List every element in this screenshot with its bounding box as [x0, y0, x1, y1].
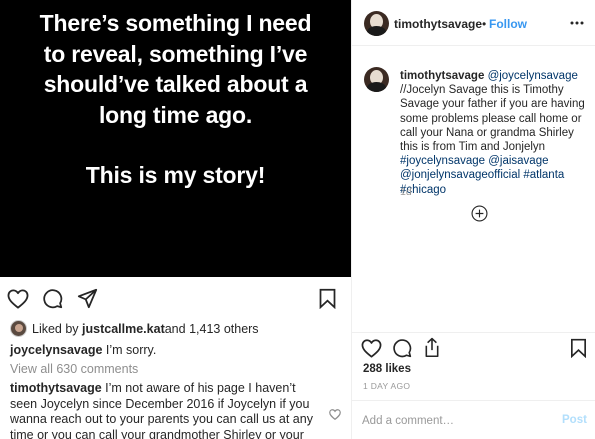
liked-by-user-link[interactable]: justcallme.kat: [82, 322, 165, 336]
liked-by-row: Liked by justcallme.kat and 1,413 others: [10, 320, 259, 337]
story-text-line: to reveal, something I’ve: [43, 40, 308, 67]
post-button[interactable]: Post: [562, 414, 587, 426]
story-text-line: long time ago.: [98, 101, 253, 128]
hashtag-link[interactable]: #joycelynsavage: [400, 155, 485, 167]
comment-like-heart-icon[interactable]: [329, 409, 341, 420]
caption-text: I’m sorry.: [102, 343, 157, 357]
heart-icon[interactable]: [7, 289, 29, 309]
liked-by-suffix[interactable]: and 1,413 others: [165, 322, 259, 336]
bookmark-icon[interactable]: [318, 288, 337, 309]
story-text-line: This is my story!: [85, 162, 266, 188]
header-username-link[interactable]: timothytsavage: [394, 17, 482, 31]
comment-input[interactable]: [362, 412, 552, 430]
mention-link[interactable]: @jonjelynsavageofficial: [400, 169, 520, 181]
story-text-line: should’ve talked about a: [43, 71, 308, 97]
separator-dot: •: [482, 17, 487, 31]
heart-icon[interactable]: [361, 339, 382, 358]
post-header: timothytsavage • Follow: [352, 0, 595, 46]
more-icon[interactable]: [570, 21, 584, 25]
comment-item: timothytsavage I’m not aware of his page…: [10, 381, 325, 439]
view-all-comments-link[interactable]: View all 630 comments: [10, 362, 138, 376]
post-time: 1d: [400, 186, 412, 198]
hashtag-link[interactable]: #atlanta: [523, 169, 564, 181]
caption-row: joycelynsavage I’m sorry.: [10, 343, 156, 357]
avatar[interactable]: [364, 67, 389, 92]
mention-link[interactable]: @jaisavage: [488, 155, 548, 167]
story-image: There’s something I need to reveal, some…: [0, 0, 351, 277]
post-date[interactable]: 1 DAY AGO: [363, 381, 410, 391]
plus-circle-icon[interactable]: [471, 205, 488, 222]
liked-by-prefix: Liked by: [32, 321, 79, 336]
comment-username-link[interactable]: timothytsavage: [10, 381, 102, 395]
post-caption: timothytsavage @joycelynsavage //Jocelyn…: [400, 69, 592, 197]
caption-text: //Jocelyn Savage this is Timothy Savage …: [400, 84, 585, 154]
mention-link[interactable]: @joycelynsavage: [488, 70, 578, 82]
comment-icon[interactable]: [392, 338, 412, 358]
share-icon[interactable]: [77, 288, 98, 309]
comment-form: Post: [352, 400, 595, 439]
follow-button[interactable]: Follow: [489, 17, 527, 31]
avatar[interactable]: [10, 320, 27, 337]
likes-count[interactable]: 288 likes: [363, 363, 411, 375]
caption-username-link[interactable]: joycelynsavage: [10, 343, 102, 357]
story-text-line: There’s something I need: [39, 10, 312, 36]
avatar[interactable]: [364, 11, 389, 36]
share-icon[interactable]: [423, 337, 441, 358]
post-panel: timothytsavage • Follow timothytsavage @…: [352, 0, 595, 439]
caption-username-link[interactable]: timothytsavage: [400, 70, 484, 82]
divider: [352, 332, 595, 333]
bookmark-icon[interactable]: [570, 338, 587, 358]
comment-icon[interactable]: [42, 288, 63, 309]
